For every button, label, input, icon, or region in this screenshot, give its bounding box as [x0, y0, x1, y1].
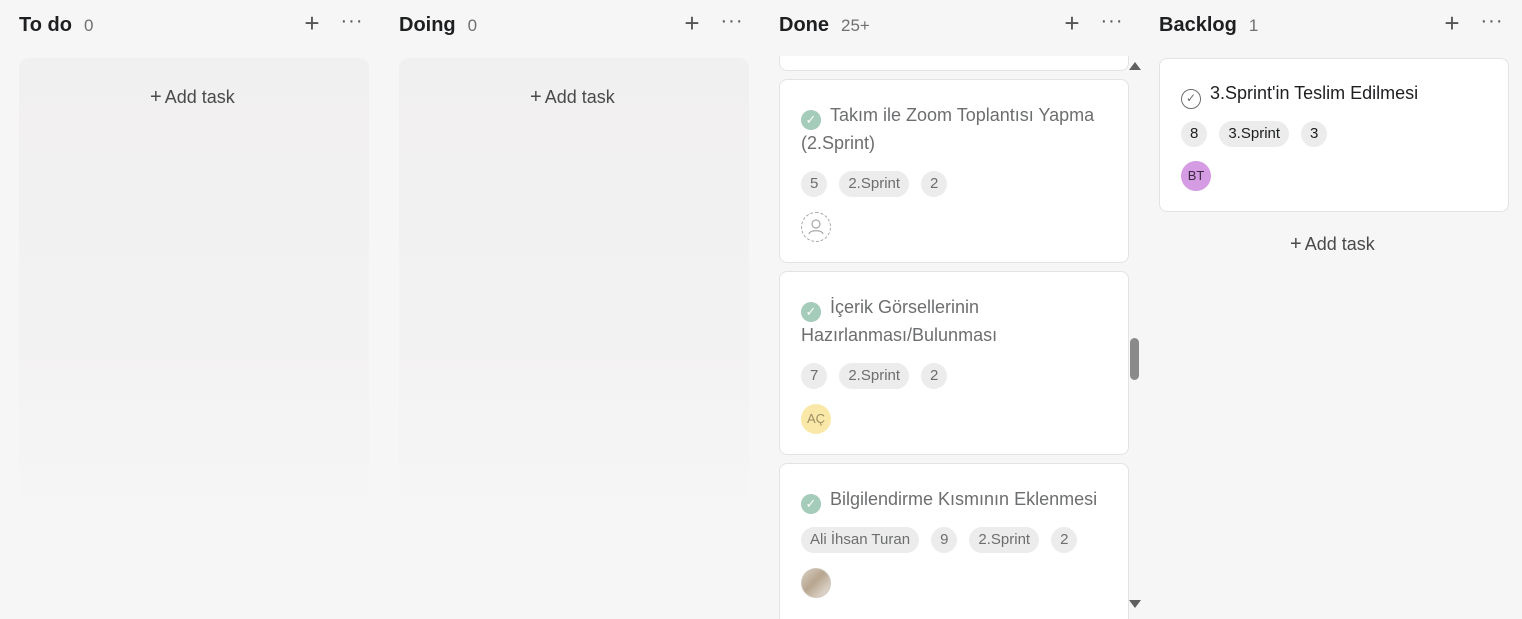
add-task-button[interactable]: + Add task — [1290, 233, 1375, 256]
column-count: 1 — [1248, 16, 1259, 35]
field-pill[interactable]: 2.Sprint — [969, 527, 1040, 553]
add-task-plus-icon[interactable]: + — [679, 10, 705, 36]
field-pill[interactable]: 5 — [801, 171, 828, 197]
task-card[interactable]: ✓ Bilgilendirme Kısmının Eklenmesi Ali İh… — [779, 463, 1129, 619]
column-header: Backlog 1 + ··· — [1159, 10, 1509, 40]
task-fields: 8 3.Sprint 3 — [1181, 121, 1339, 147]
task-title[interactable]: ✓ İçerik Görsellerinin Hazırlanması/Bulun… — [801, 294, 1108, 349]
task-card[interactable] — [779, 56, 1129, 71]
column-title[interactable]: To do 0 — [19, 14, 93, 37]
task-fields: 7 2.Sprint 2 — [801, 363, 959, 389]
plus-icon: + — [530, 86, 542, 108]
field-pill[interactable]: 2 — [921, 363, 948, 389]
field-pill[interactable]: 9 — [931, 527, 958, 553]
field-pill[interactable]: 2 — [1051, 527, 1078, 553]
add-task-label: Add task — [1304, 234, 1375, 254]
check-circle-icon[interactable]: ✓ — [801, 110, 821, 130]
column-title[interactable]: Backlog 1 — [1159, 14, 1258, 37]
column-doing: Doing 0 + ··· + Add task — [399, 0, 749, 619]
task-title-text: 3.Sprint'in Teslim Edilmesi — [1210, 83, 1419, 103]
add-task-plus-icon[interactable]: + — [1439, 10, 1465, 36]
add-task-label: Add task — [164, 87, 235, 107]
field-pill[interactable]: 2.Sprint — [839, 363, 910, 389]
task-title-text: İçerik Görsellerinin Hazırlanması/Bulunm… — [801, 297, 998, 345]
assignee-avatar[interactable]: AÇ — [801, 404, 831, 434]
add-task-plus-icon[interactable]: + — [1059, 10, 1085, 36]
column-title-label: Done — [779, 14, 829, 36]
column-backlog: Backlog 1 + ··· ✓ 3.Sprint'in Teslim Edilm… — [1159, 0, 1509, 619]
column-count: 0 — [467, 16, 478, 35]
task-title[interactable]: ✓ 3.Sprint'in Teslim Edilmesi — [1181, 80, 1488, 109]
column-title-label: Doing — [399, 14, 456, 36]
field-pill[interactable]: 3 — [1301, 121, 1328, 147]
more-options-icon[interactable]: ··· — [717, 10, 747, 36]
field-pill[interactable]: Ali İhsan Turan — [801, 527, 920, 553]
assignee-photo-avatar[interactable] — [801, 568, 831, 598]
task-title[interactable]: ✓ Bilgilendirme Kısmının Eklenmesi — [801, 486, 1108, 514]
task-list: ✓ Takım ile Zoom Toplantısı Yapma (2.Spri… — [779, 56, 1129, 619]
column-title-label: Backlog — [1159, 14, 1237, 36]
check-circle-icon[interactable]: ✓ — [1181, 89, 1201, 109]
field-pill[interactable]: 3.Sprint — [1219, 121, 1290, 147]
column-title[interactable]: Done 25+ — [779, 14, 870, 37]
more-options-icon[interactable]: ··· — [1097, 10, 1127, 36]
assignee-avatar[interactable]: BT — [1181, 161, 1211, 191]
column-done: Done 25+ + ··· ✓ Takım ile Zoom Toplantısı… — [779, 0, 1129, 619]
task-card[interactable]: ✓ Takım ile Zoom Toplantısı Yapma (2.Spri… — [779, 79, 1129, 263]
column-todo: To do 0 + ··· + Add task — [19, 0, 369, 619]
field-pill[interactable]: 2.Sprint — [839, 171, 910, 197]
scroll-down-arrow-icon[interactable] — [1129, 600, 1141, 608]
field-pill[interactable]: 7 — [801, 363, 828, 389]
task-card[interactable]: ✓ 3.Sprint'in Teslim Edilmesi 8 3.Sprint 3 … — [1159, 58, 1509, 212]
plus-icon: + — [150, 86, 162, 108]
check-circle-icon[interactable]: ✓ — [801, 302, 821, 322]
assignee-placeholder-icon[interactable] — [801, 212, 831, 242]
column-header: Done 25+ + ··· — [779, 10, 1129, 40]
plus-icon: + — [1290, 233, 1302, 255]
column-drop-area[interactable]: + Add task — [399, 58, 749, 528]
column-count: 25+ — [841, 16, 870, 35]
add-task-label: Add task — [544, 87, 615, 107]
task-card[interactable]: ✓ İçerik Görsellerinin Hazırlanması/Bulun… — [779, 271, 1129, 455]
field-pill[interactable]: 8 — [1181, 121, 1208, 147]
scrollbar-thumb[interactable] — [1130, 338, 1139, 380]
column-title-label: To do — [19, 14, 72, 36]
task-title-text: Takım ile Zoom Toplantısı Yapma (2.Sprin… — [801, 105, 1095, 153]
check-circle-icon[interactable]: ✓ — [801, 494, 821, 514]
person-icon — [808, 219, 824, 235]
add-task-plus-icon[interactable]: + — [299, 10, 325, 36]
more-options-icon[interactable]: ··· — [337, 10, 367, 36]
column-header: To do 0 + ··· — [19, 10, 369, 40]
done-scrollbar[interactable] — [1127, 56, 1141, 619]
task-title[interactable]: ✓ Takım ile Zoom Toplantısı Yapma (2.Spri… — [801, 102, 1108, 157]
column-header: Doing 0 + ··· — [399, 10, 749, 40]
task-title-text: Bilgilendirme Kısmının Eklenmesi — [830, 489, 1098, 509]
column-title[interactable]: Doing 0 — [399, 14, 477, 37]
add-task-button[interactable]: + Add task — [530, 86, 615, 109]
more-options-icon[interactable]: ··· — [1477, 10, 1507, 36]
scroll-up-arrow-icon[interactable] — [1129, 62, 1141, 70]
column-drop-area[interactable]: + Add task — [19, 58, 369, 528]
column-count: 0 — [83, 16, 94, 35]
add-task-button[interactable]: + Add task — [150, 86, 235, 109]
field-pill[interactable]: 2 — [921, 171, 948, 197]
task-fields: 5 2.Sprint 2 — [801, 171, 959, 197]
task-fields: Ali İhsan Turan 9 2.Sprint 2 — [801, 527, 1089, 553]
